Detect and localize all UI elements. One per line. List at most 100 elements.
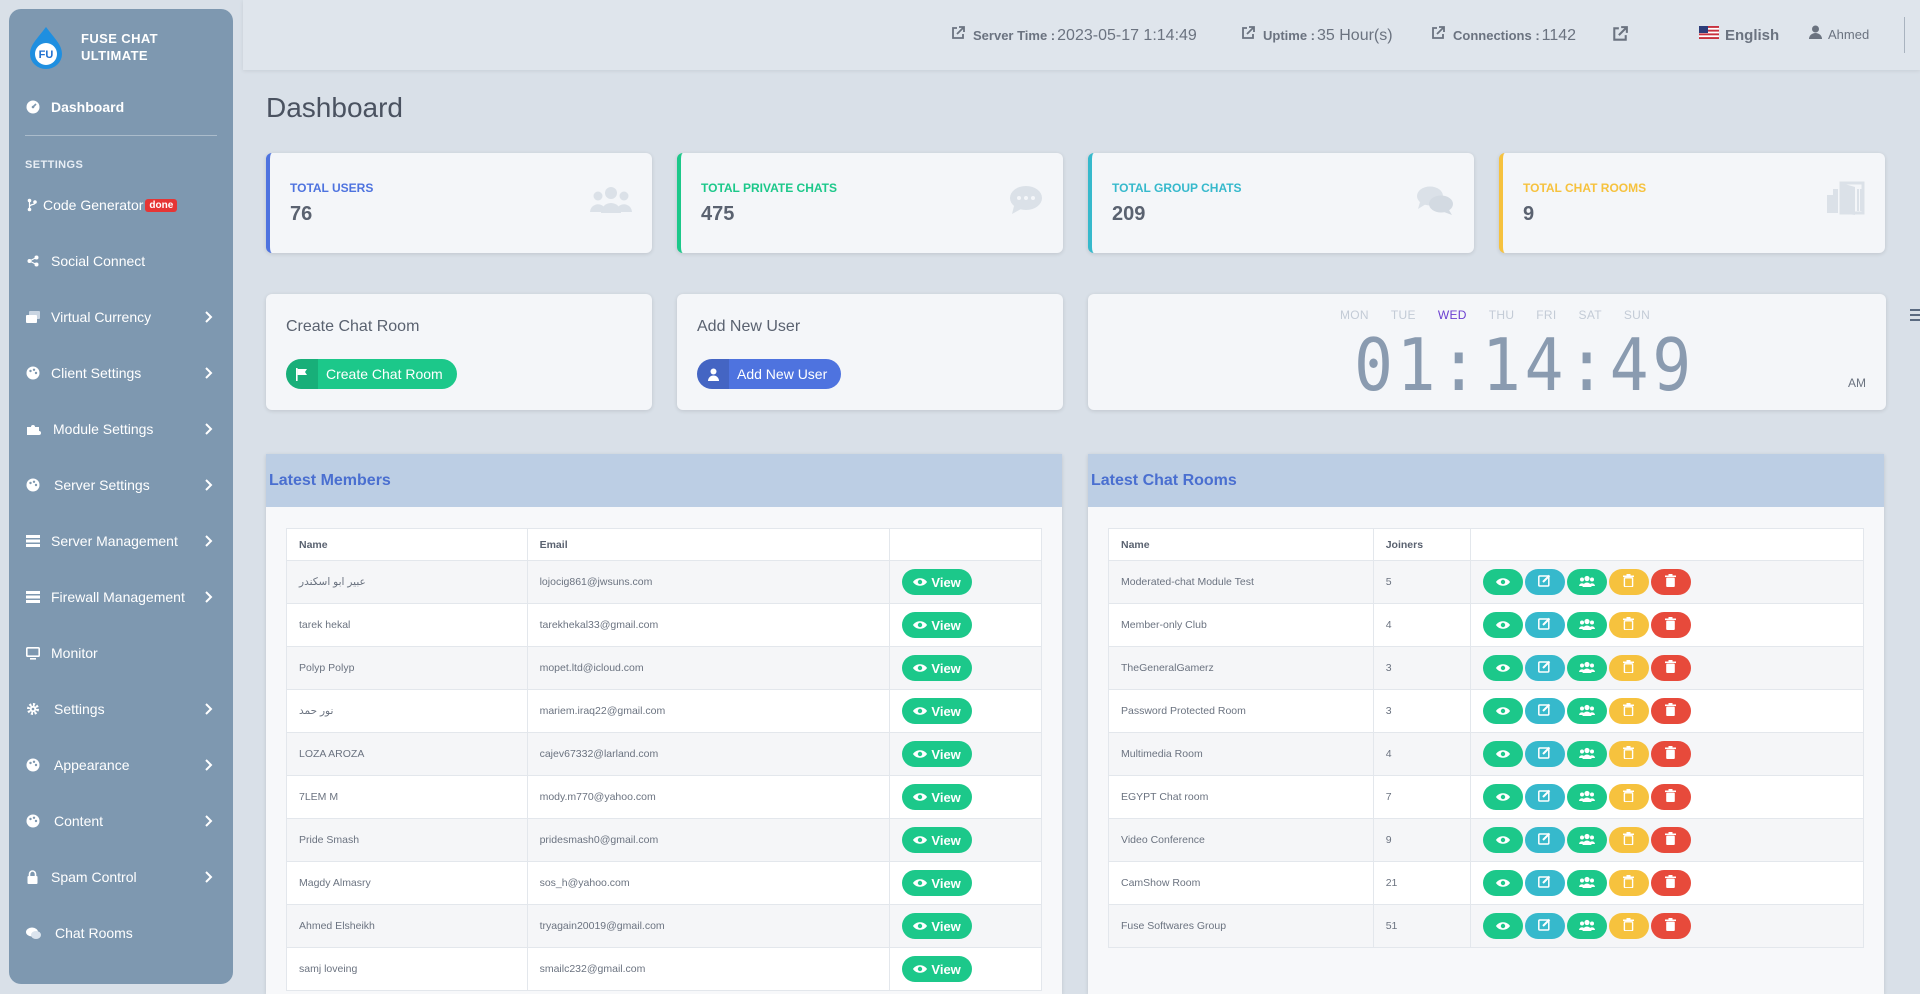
- sidebar-item-server-settings[interactable]: Server Settings: [9, 465, 233, 505]
- edit-room-button[interactable]: [1524, 611, 1565, 638]
- room-members-button[interactable]: [1566, 698, 1607, 725]
- member-name: Polyp Polyp: [286, 646, 528, 690]
- view-room-button[interactable]: [1482, 741, 1523, 768]
- view-room-button[interactable]: [1482, 569, 1523, 596]
- delete-room-button[interactable]: [1650, 654, 1691, 681]
- delete-room-button[interactable]: [1650, 568, 1691, 595]
- connections[interactable]: Connections : 1142: [1431, 26, 1576, 45]
- edit-room-button[interactable]: [1524, 826, 1565, 853]
- card-title: Create Chat Room: [286, 318, 420, 335]
- column-header: Email: [526, 528, 891, 561]
- eye-icon: [913, 747, 928, 762]
- eye-icon: [913, 618, 928, 633]
- room-members-button[interactable]: [1566, 612, 1607, 639]
- view-button[interactable]: View: [902, 612, 973, 638]
- view-room-button[interactable]: [1482, 698, 1523, 725]
- add-new-user-button[interactable]: Add New User: [697, 359, 842, 389]
- room-members-button[interactable]: [1566, 827, 1607, 854]
- view-button[interactable]: View: [902, 956, 973, 982]
- server-time[interactable]: Server Time : 2023-05-17 1:14:49: [951, 26, 1197, 45]
- view-button[interactable]: View: [902, 913, 973, 939]
- user-name: Ahmed: [1828, 27, 1870, 42]
- add-new-user-card: Add New User Add New User: [677, 294, 1063, 410]
- create-chat-room-button[interactable]: Create Chat Room: [286, 359, 457, 389]
- view-button[interactable]: View: [902, 698, 973, 724]
- button-label: View: [931, 832, 961, 848]
- sidebar-item-settings[interactable]: Settings: [9, 689, 233, 729]
- view-button[interactable]: View: [902, 827, 973, 853]
- view-button[interactable]: View: [902, 569, 973, 595]
- delete-room-button[interactable]: [1650, 826, 1691, 853]
- sidebar-item-dashboard[interactable]: Dashboard: [9, 87, 233, 127]
- stat-label: TOTAL USERS: [290, 181, 374, 195]
- clear-room-button[interactable]: [1608, 912, 1649, 939]
- view-button[interactable]: View: [902, 741, 973, 767]
- brand[interactable]: FU FUSE CHAT ULTIMATE: [27, 25, 158, 69]
- edit-room-button[interactable]: [1524, 697, 1565, 724]
- edit-icon: [1538, 574, 1551, 590]
- user-menu[interactable]: Ahmed: [1809, 25, 1869, 44]
- sidebar-item-server-management[interactable]: Server Management: [9, 521, 233, 561]
- user-icon: [697, 359, 729, 389]
- clear-room-button[interactable]: [1608, 783, 1649, 810]
- view-room-button[interactable]: [1482, 827, 1523, 854]
- stat-value: 209: [1112, 203, 1146, 225]
- view-room-button[interactable]: [1482, 655, 1523, 682]
- edit-room-button[interactable]: [1524, 654, 1565, 681]
- edit-room-button[interactable]: [1524, 740, 1565, 767]
- view-room-button[interactable]: [1482, 784, 1523, 811]
- view-button[interactable]: View: [902, 870, 973, 896]
- room-members-button[interactable]: [1566, 784, 1607, 811]
- room-members-button[interactable]: [1566, 655, 1607, 682]
- sidebar-item-monitor[interactable]: Monitor: [9, 633, 233, 673]
- clear-room-button[interactable]: [1608, 826, 1649, 853]
- view-button[interactable]: View: [902, 655, 973, 681]
- delete-room-button[interactable]: [1650, 783, 1691, 810]
- sidebar-item-content[interactable]: Content: [9, 801, 233, 841]
- sidebar-item-social-connect[interactable]: Social Connect: [9, 241, 233, 281]
- view-room-button[interactable]: [1482, 870, 1523, 897]
- edit-room-button[interactable]: [1524, 912, 1565, 939]
- edit-room-button[interactable]: [1524, 783, 1565, 810]
- room-members-button[interactable]: [1566, 913, 1607, 940]
- chevron-right-icon: [205, 534, 213, 550]
- sidebar-item-spam-control[interactable]: Spam Control: [9, 857, 233, 897]
- clear-room-button[interactable]: [1608, 869, 1649, 896]
- view-room-button[interactable]: [1482, 913, 1523, 940]
- uptime[interactable]: Uptime : 35 Hour(s): [1241, 26, 1393, 45]
- delete-room-button[interactable]: [1650, 869, 1691, 896]
- clear-room-button[interactable]: [1608, 568, 1649, 595]
- sidebar-item-client-settings[interactable]: Client Settings: [9, 353, 233, 393]
- edit-room-button[interactable]: [1524, 869, 1565, 896]
- edit-room-button[interactable]: [1524, 568, 1565, 595]
- sidebar-toggle-icon[interactable]: [1910, 307, 1920, 323]
- clear-room-button[interactable]: [1608, 697, 1649, 724]
- delete-room-button[interactable]: [1650, 912, 1691, 939]
- delete-room-button[interactable]: [1650, 697, 1691, 724]
- clear-room-button[interactable]: [1608, 611, 1649, 638]
- sidebar-item-code-generator[interactable]: Code Generator done: [9, 185, 233, 225]
- sidebar-item-module-settings[interactable]: Module Settings: [9, 409, 233, 449]
- language-selector[interactable]: English: [1699, 26, 1779, 44]
- room-members-button[interactable]: [1566, 741, 1607, 768]
- sidebar-item-firewall-management[interactable]: Firewall Management: [9, 577, 233, 617]
- sidebar-item-appearance[interactable]: Appearance: [9, 745, 233, 785]
- delete-room-button[interactable]: [1650, 611, 1691, 638]
- server-time-value: 2023-05-17 1:14:49: [1057, 26, 1197, 44]
- clear-room-button[interactable]: [1608, 740, 1649, 767]
- room-members-button[interactable]: [1566, 870, 1607, 897]
- external-link-button[interactable]: [1612, 26, 1628, 47]
- clock-ampm: AM: [1848, 376, 1866, 390]
- room-members-button[interactable]: [1566, 569, 1607, 596]
- stat-label: TOTAL CHAT ROOMS: [1523, 181, 1647, 195]
- button-label: View: [931, 875, 961, 891]
- clear-room-button[interactable]: [1608, 654, 1649, 681]
- view-button[interactable]: View: [902, 784, 973, 810]
- room-name: Multimedia Room: [1108, 732, 1374, 776]
- delete-room-button[interactable]: [1650, 740, 1691, 767]
- sidebar-item-virtual-currency[interactable]: Virtual Currency: [9, 297, 233, 337]
- sidebar-item-chat-rooms[interactable]: Chat Rooms: [9, 913, 233, 953]
- eye-icon: [1495, 790, 1510, 805]
- gauge-icon: [25, 100, 41, 114]
- view-room-button[interactable]: [1482, 612, 1523, 639]
